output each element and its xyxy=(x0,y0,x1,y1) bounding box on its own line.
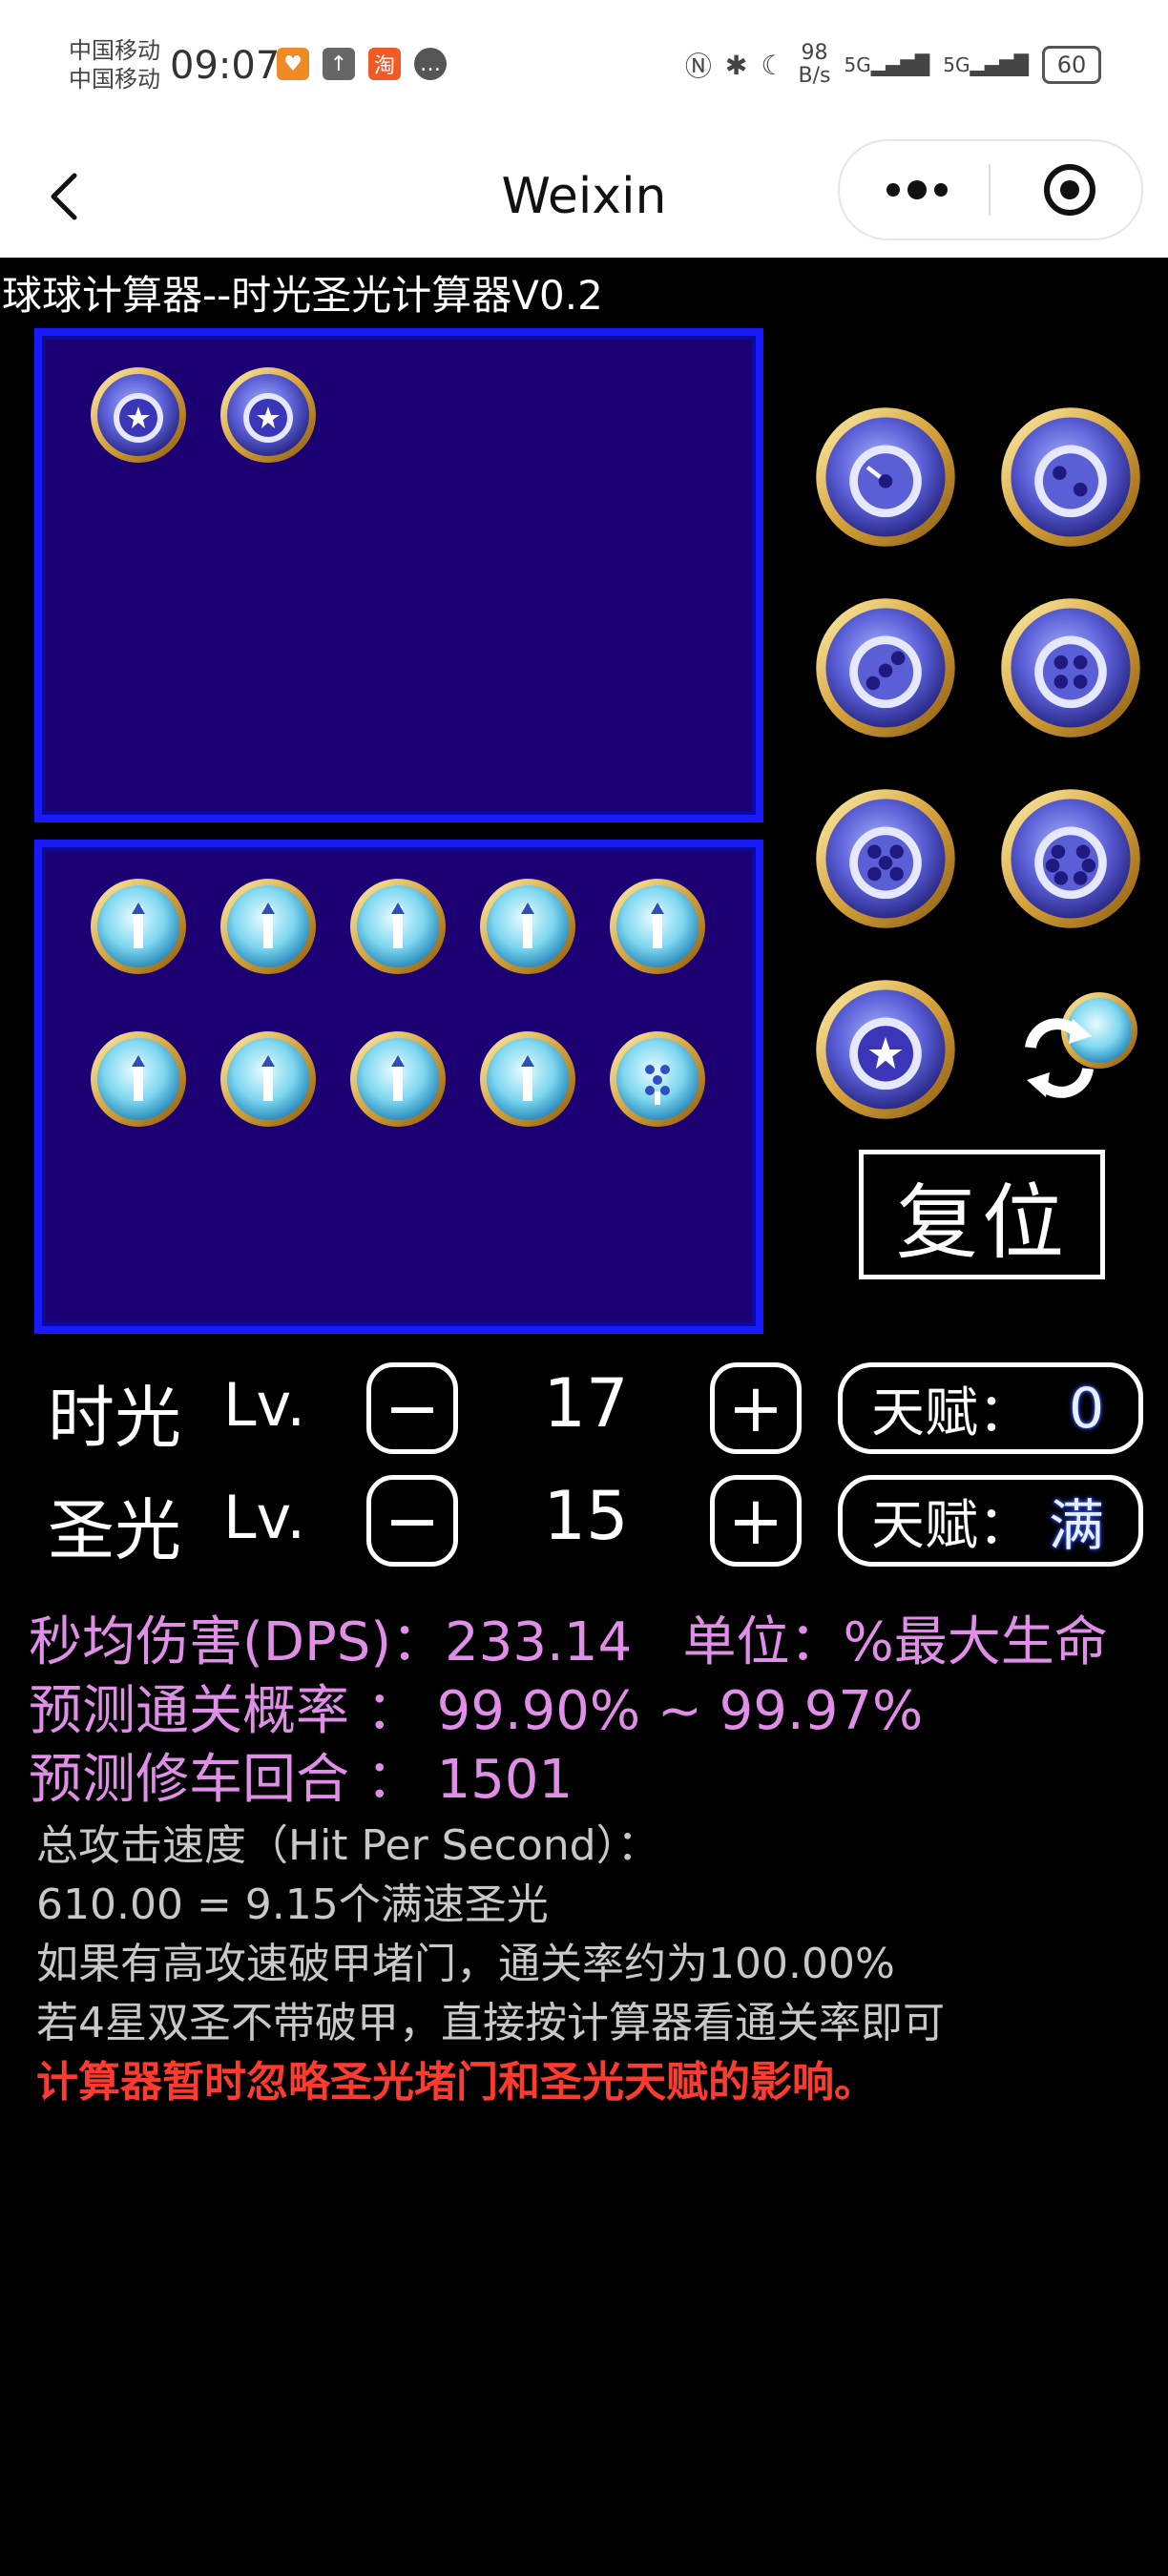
dps-stat: 秒均伤害(DPS)：233.14 单位：%最大生命 xyxy=(29,1611,1108,1673)
time-increment-button[interactable]: + xyxy=(710,1362,802,1454)
time-label: 时光 xyxy=(48,1379,181,1457)
carrier-1: 中国移动 xyxy=(69,37,160,64)
net-speed-value: 98 xyxy=(801,41,828,65)
status-bar: 中国移动 中国移动 09:07 ♥ ↑ 淘 … Ⓝ ✱ ☾ 98 B/s 5G▂… xyxy=(0,0,1168,134)
note-armor-break: 如果有高攻速破甲堵门，通关率约为100.00% xyxy=(36,1940,895,1988)
holy-orb[interactable] xyxy=(605,874,710,979)
carrier-2: 中国移动 xyxy=(69,66,160,93)
warning-text: 计算器暂时忽略圣光堵门和圣光天赋的影响。 xyxy=(36,2058,876,2107)
more-icon[interactable] xyxy=(884,179,950,200)
holy-orb[interactable] xyxy=(475,874,580,979)
time-orb-star[interactable] xyxy=(216,363,321,467)
close-miniprogram-icon[interactable] xyxy=(1042,162,1097,218)
time-orb-star[interactable] xyxy=(86,363,191,467)
plus-icon: + xyxy=(727,1482,784,1560)
time-talent-select[interactable]: 天赋： 0 xyxy=(838,1362,1143,1454)
time-talent-value: 0 xyxy=(1069,1376,1104,1441)
minus-icon: − xyxy=(384,1369,441,1447)
battery-icon: 60 xyxy=(1042,46,1101,84)
status-time: 09:07 xyxy=(170,44,281,88)
reset-button[interactable]: 复位 xyxy=(859,1150,1105,1279)
holy-orb[interactable] xyxy=(345,1027,450,1132)
holy-slot-panel[interactable] xyxy=(34,840,763,1334)
holy-talent-value: 满 xyxy=(1048,1493,1104,1558)
holy-orb[interactable] xyxy=(475,1027,580,1132)
taobao-app-icon: ♥ xyxy=(277,48,309,80)
time-orb-5[interactable] xyxy=(809,782,962,935)
time-orb-star[interactable] xyxy=(809,973,962,1126)
holy-increment-button[interactable]: + xyxy=(710,1475,802,1567)
holy-decrement-button[interactable]: − xyxy=(366,1475,458,1567)
moon-icon: ☾ xyxy=(761,49,785,81)
refresh-icon[interactable] xyxy=(1012,981,1145,1114)
time-slot-panel[interactable] xyxy=(34,328,763,822)
holy-orb[interactable] xyxy=(86,1027,191,1132)
upload-icon: ↑ xyxy=(323,48,355,80)
note-four-star: 若4星双圣不带破甲，直接按计算器看通关率即可 xyxy=(36,1999,945,2047)
notification-icons: ♥ ↑ 淘 … xyxy=(277,48,447,80)
plus-icon: + xyxy=(727,1369,784,1447)
holy-lv-label: Lv. xyxy=(223,1483,306,1552)
time-lv-label: Lv. xyxy=(223,1370,306,1440)
holy-label: 圣光 xyxy=(48,1491,181,1569)
holy-orb-dots[interactable] xyxy=(605,1027,710,1132)
bluetooth-icon: ✱ xyxy=(724,49,748,81)
holy-talent-label: 天赋： xyxy=(871,1494,1032,1557)
time-orb-4[interactable] xyxy=(994,592,1147,744)
time-orb-1[interactable] xyxy=(809,401,962,553)
net-speed-unit: B/s xyxy=(798,64,831,88)
holy-talent-select[interactable]: 天赋： 满 xyxy=(838,1475,1143,1567)
app-title: 球球计算器--时光圣光计算器V0.2 xyxy=(2,272,603,319)
message-icon: … xyxy=(414,48,447,80)
time-orb-3[interactable] xyxy=(809,592,962,744)
net-speed: 98 B/s xyxy=(799,42,831,88)
signal-icon-2: 5G▂▄▆█ xyxy=(943,53,1029,76)
hps-label: 总攻击速度（Hit Per Second）： xyxy=(36,1821,659,1870)
time-talent-label: 天赋： xyxy=(871,1381,1032,1444)
clear-rate-stat: 预测通关概率 ： 99.90% ~ 99.97% xyxy=(29,1680,924,1742)
holy-level-value: 15 xyxy=(543,1477,629,1555)
signal-icon-1: 5G▂▄▆█ xyxy=(844,53,930,76)
holy-orb[interactable] xyxy=(86,874,191,979)
capsule-divider xyxy=(989,164,991,216)
holy-orb[interactable] xyxy=(345,874,450,979)
time-decrement-button[interactable]: − xyxy=(366,1362,458,1454)
miniprogram-capsule xyxy=(838,139,1143,240)
time-orb-6[interactable] xyxy=(994,782,1147,935)
carrier-info: 中国移动 中国移动 xyxy=(69,36,160,93)
holy-orb[interactable] xyxy=(216,1027,321,1132)
time-orb-2[interactable] xyxy=(994,401,1147,553)
nfc-icon: Ⓝ xyxy=(684,51,712,82)
minus-icon: − xyxy=(384,1482,441,1560)
time-level-value: 17 xyxy=(543,1364,629,1443)
taobao-icon: 淘 xyxy=(368,48,401,80)
holy-orb[interactable] xyxy=(216,874,321,979)
repair-round-stat: 预测修车回合 ： 1501 xyxy=(29,1749,574,1811)
status-right: Ⓝ ✱ ☾ 98 B/s 5G▂▄▆█ 5G▂▄▆█ 60 xyxy=(685,42,1101,88)
hps-value: 610.00 = 9.15个满速圣光 xyxy=(36,1880,549,1929)
